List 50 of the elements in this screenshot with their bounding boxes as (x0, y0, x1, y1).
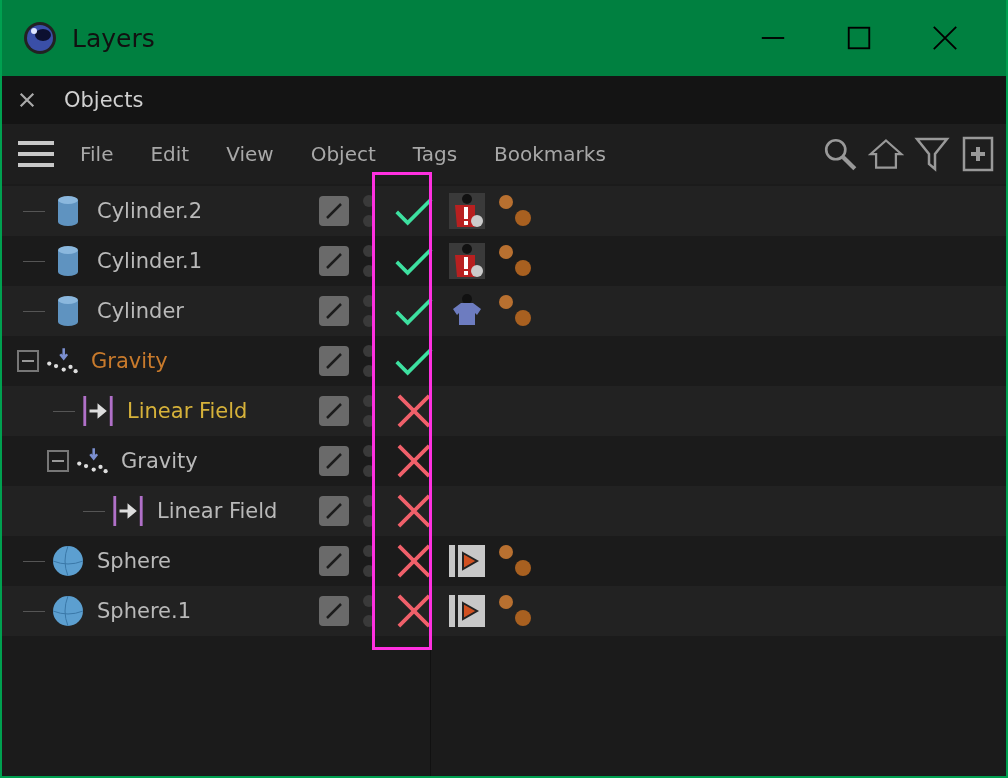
menu-item[interactable]: Bookmarks (494, 142, 606, 166)
menu-item[interactable]: View (226, 142, 274, 166)
menu-icon[interactable] (18, 140, 54, 168)
object-name[interactable]: Linear Field (127, 399, 248, 423)
object-name[interactable]: Gravity (121, 449, 198, 473)
object-name[interactable]: Gravity (91, 349, 168, 373)
app-logo-icon (22, 20, 58, 56)
layer-edit-icon[interactable] (319, 296, 349, 326)
layer-edit-icon[interactable] (319, 596, 349, 626)
play-tag-icon[interactable] (449, 593, 485, 629)
window-title: Layers (72, 23, 155, 53)
simulation-warning-tag-icon[interactable] (449, 243, 485, 279)
object-name[interactable]: Cylinder (97, 299, 184, 323)
menu-item[interactable]: Tags (412, 142, 458, 166)
object-name[interactable]: Sphere (97, 549, 171, 573)
material-tag-icon[interactable] (497, 593, 533, 629)
layer-edit-icon[interactable] (319, 546, 349, 576)
home-icon[interactable] (868, 136, 904, 172)
simulation-warning-tag-icon[interactable] (449, 193, 485, 229)
layer-edit-icon[interactable] (319, 446, 349, 476)
collapse-icon[interactable] (17, 350, 39, 372)
material-tag-icon[interactable] (497, 243, 533, 279)
close-icon[interactable] (931, 24, 959, 52)
object-name[interactable]: Linear Field (157, 499, 278, 523)
object-name[interactable]: Cylinder.2 (97, 199, 203, 223)
material-tag-icon[interactable] (497, 543, 533, 579)
menu-item[interactable]: Object (310, 142, 376, 166)
layer-edit-icon[interactable] (319, 196, 349, 226)
layer-edit-icon[interactable] (319, 246, 349, 276)
play-tag-icon[interactable] (449, 543, 485, 579)
object-name[interactable]: Sphere.1 (97, 599, 192, 623)
linear-field-icon (111, 494, 145, 528)
search-icon[interactable] (822, 136, 858, 172)
collapse-icon[interactable] (47, 450, 69, 472)
material-tag-icon[interactable] (497, 293, 533, 329)
layer-edit-icon[interactable] (319, 396, 349, 426)
layer-edit-icon[interactable] (319, 496, 349, 526)
sphere-icon (51, 544, 85, 578)
linear-field-icon (81, 394, 115, 428)
panel-title: Objects (64, 88, 144, 112)
material-tag-icon[interactable] (497, 193, 533, 229)
menu-item[interactable]: File (80, 142, 114, 166)
filter-icon[interactable] (914, 136, 950, 172)
sphere-icon (51, 594, 85, 628)
add-icon[interactable] (960, 136, 996, 172)
object-name[interactable]: Cylinder.1 (97, 249, 203, 273)
layer-edit-icon[interactable] (319, 346, 349, 376)
close-icon[interactable] (18, 91, 36, 109)
menu-item[interactable]: Edit (150, 142, 190, 166)
maximize-icon[interactable] (845, 24, 873, 52)
